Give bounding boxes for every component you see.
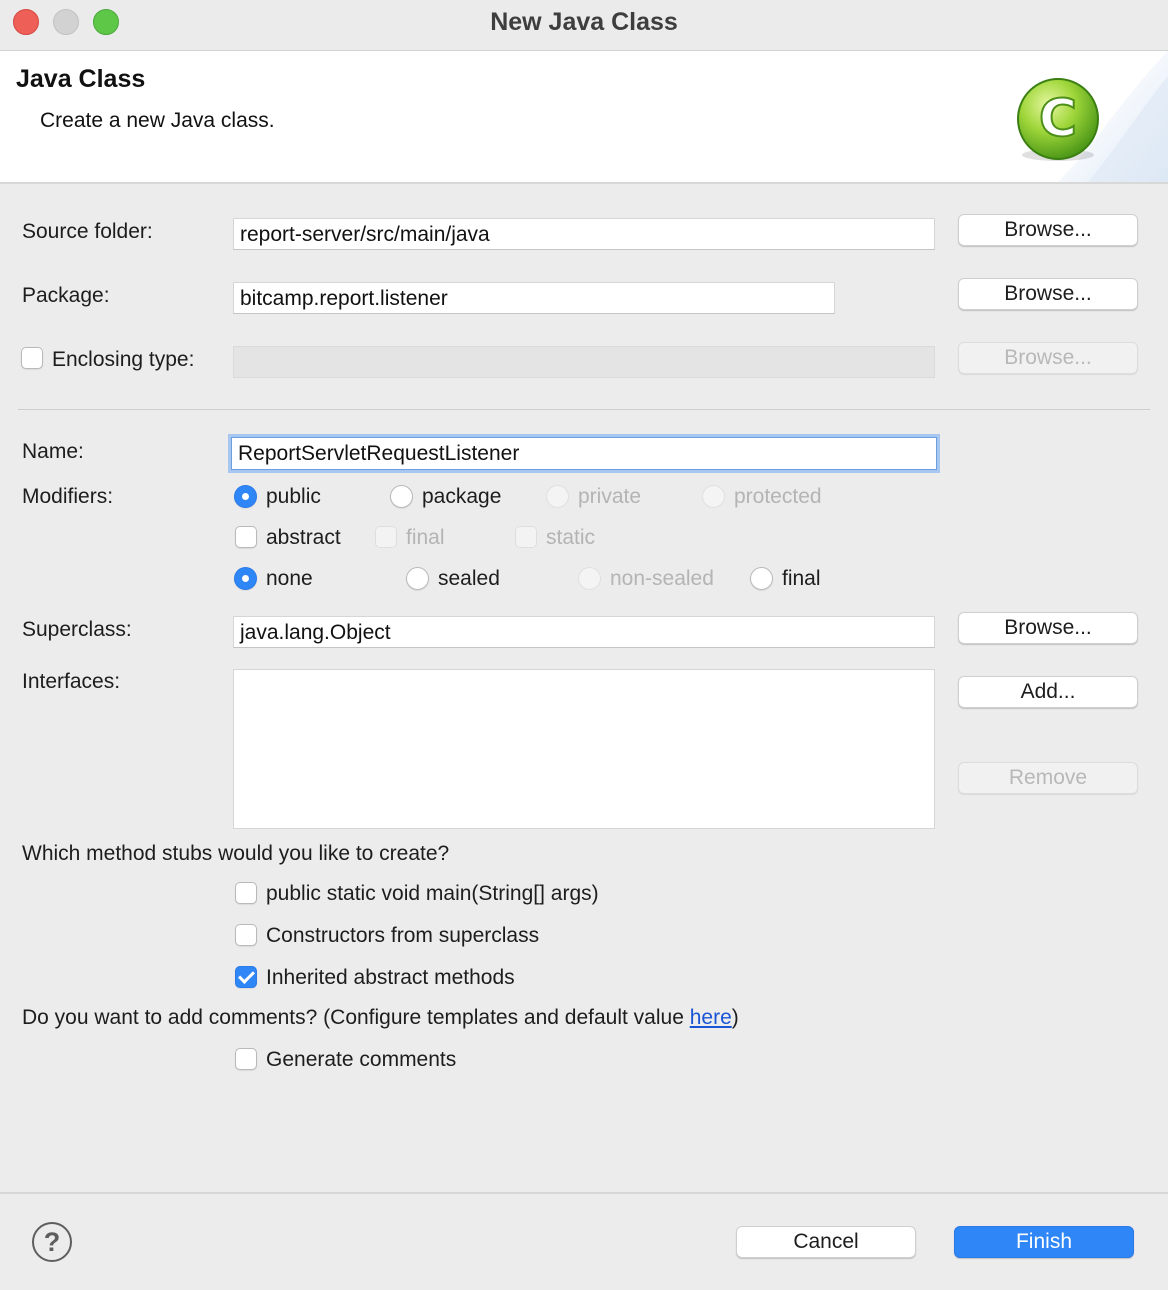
package-browse-button[interactable]: Browse... bbox=[958, 278, 1138, 310]
stub-constructors-checkbox[interactable] bbox=[235, 924, 257, 946]
modifier-abstract-label: abstract bbox=[266, 526, 341, 549]
title-bar: New Java Class bbox=[0, 0, 1168, 51]
modifier-static-label: static bbox=[546, 526, 596, 549]
comments-question-text: Do you want to add comments? (Configure … bbox=[22, 1006, 690, 1029]
cancel-button[interactable]: Cancel bbox=[736, 1226, 916, 1258]
sealing-non-sealed-radio bbox=[578, 567, 601, 590]
source-folder-input[interactable]: report-server/src/main/java bbox=[233, 218, 935, 250]
superclass-input[interactable]: java.lang.Object bbox=[233, 616, 935, 648]
enclosing-type-input bbox=[233, 346, 935, 378]
modifier-package-label: package bbox=[422, 485, 502, 508]
sealing-none-radio[interactable] bbox=[234, 567, 257, 590]
sealing-final-label: final bbox=[782, 567, 821, 590]
modifier-abstract-checkbox[interactable] bbox=[235, 526, 257, 548]
comments-question-suffix: ) bbox=[731, 1006, 739, 1029]
package-input[interactable]: bitcamp.report.listener bbox=[233, 282, 835, 314]
stub-inherited-abstract-label: Inherited abstract methods bbox=[266, 966, 515, 989]
java-class-icon-letter: C bbox=[1039, 89, 1077, 149]
footer-divider bbox=[0, 1192, 1168, 1194]
package-label: Package: bbox=[22, 284, 110, 307]
modifier-static-checkbox bbox=[515, 526, 537, 548]
stub-constructors-label: Constructors from superclass bbox=[266, 924, 540, 947]
banner-decoration: C bbox=[1017, 51, 1168, 182]
superclass-label: Superclass: bbox=[22, 618, 132, 641]
modifier-private-radio bbox=[546, 485, 569, 508]
generate-comments-checkbox[interactable] bbox=[235, 1048, 257, 1070]
sealing-non-sealed-label: non-sealed bbox=[610, 567, 714, 590]
stub-inherited-abstract-checkbox[interactable] bbox=[235, 966, 257, 988]
modifier-private-label: private bbox=[578, 485, 642, 508]
source-folder-browse-button[interactable]: Browse... bbox=[958, 214, 1138, 246]
help-icon[interactable]: ? bbox=[32, 1222, 72, 1262]
section-divider bbox=[18, 409, 1150, 410]
page-title: Java Class bbox=[16, 65, 146, 93]
page-description: Create a new Java class. bbox=[40, 109, 275, 132]
modifier-final-label: final bbox=[406, 526, 445, 549]
interfaces-add-button[interactable]: Add... bbox=[958, 676, 1138, 708]
superclass-browse-button[interactable]: Browse... bbox=[958, 612, 1138, 644]
modifiers-label: Modifiers: bbox=[22, 485, 114, 508]
modifier-package-radio[interactable] bbox=[390, 485, 413, 508]
stub-main-checkbox[interactable] bbox=[235, 882, 257, 904]
comments-question: Do you want to add comments? (Configure … bbox=[22, 1006, 739, 1030]
source-folder-label: Source folder: bbox=[22, 220, 153, 243]
stub-main-label: public static void main(String[] args) bbox=[266, 882, 599, 905]
sealing-none-label: none bbox=[266, 567, 313, 590]
sealing-final-radio[interactable] bbox=[750, 567, 773, 590]
configure-templates-link[interactable]: here bbox=[690, 1006, 732, 1029]
sealing-sealed-radio[interactable] bbox=[406, 567, 429, 590]
modifier-public-radio[interactable] bbox=[234, 485, 257, 508]
interfaces-list[interactable] bbox=[233, 669, 935, 829]
wizard-header: Java Class Create a new Java class. C bbox=[0, 51, 1168, 184]
enclosing-type-label: Enclosing type: bbox=[52, 348, 195, 371]
method-stubs-question: Which method stubs would you like to cre… bbox=[22, 842, 450, 865]
modifier-public-label: public bbox=[266, 485, 321, 508]
modifier-protected-label: protected bbox=[734, 485, 822, 508]
enclosing-type-browse-button: Browse... bbox=[958, 342, 1138, 374]
java-class-icon: C bbox=[1017, 78, 1099, 161]
modifier-final-checkbox bbox=[375, 526, 397, 548]
interfaces-remove-button: Remove bbox=[958, 762, 1138, 794]
window-title: New Java Class bbox=[490, 8, 678, 36]
name-label: Name: bbox=[22, 440, 84, 463]
name-input[interactable]: ReportServletRequestListener bbox=[231, 437, 937, 470]
finish-button[interactable]: Finish bbox=[954, 1226, 1134, 1258]
new-java-class-dialog: New Java Class Java Class Create a new J… bbox=[0, 0, 1168, 1290]
enclosing-type-checkbox[interactable] bbox=[21, 347, 43, 369]
interfaces-label: Interfaces: bbox=[22, 670, 121, 693]
modifier-protected-radio bbox=[702, 485, 725, 508]
generate-comments-label: Generate comments bbox=[266, 1048, 457, 1071]
sealing-sealed-label: sealed bbox=[438, 567, 500, 590]
